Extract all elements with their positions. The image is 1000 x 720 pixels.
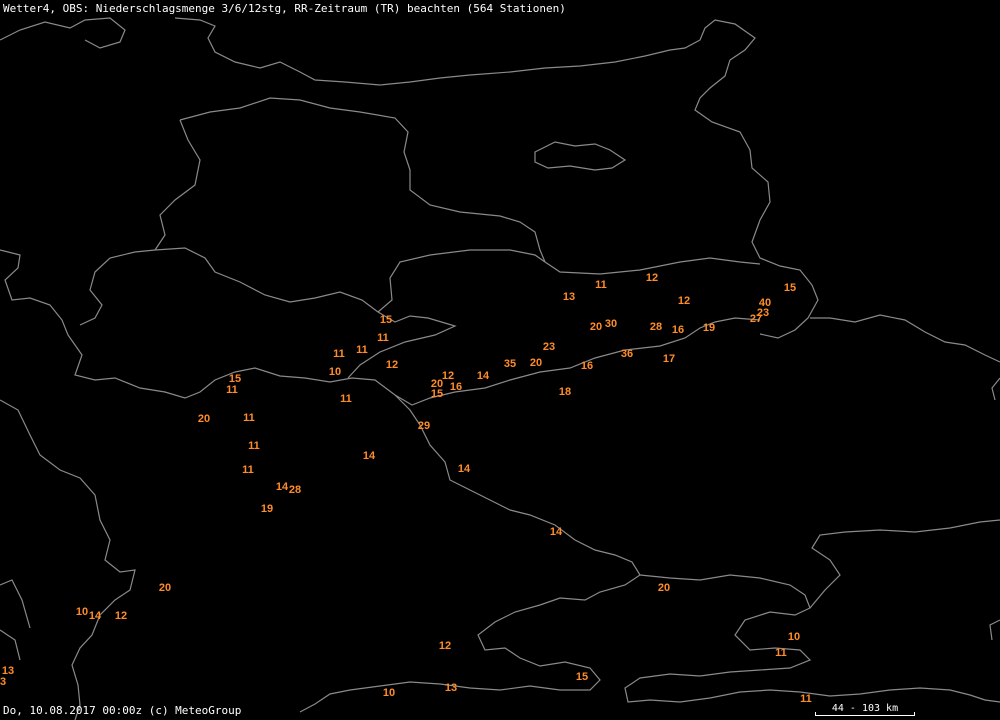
station-value: 17 xyxy=(663,353,675,365)
station-value: 15 xyxy=(576,671,588,683)
station-value: 15 xyxy=(431,388,443,400)
station-value: 11 xyxy=(356,344,368,356)
station-value: 29 xyxy=(418,420,430,432)
station-value: 12 xyxy=(386,359,398,371)
station-value: 12 xyxy=(439,640,451,652)
station-value: 11 xyxy=(248,440,260,452)
station-value: 36 xyxy=(621,348,633,360)
station-value: 23 xyxy=(543,341,555,353)
station-value: 11 xyxy=(340,393,352,405)
station-value: 12 xyxy=(115,610,127,622)
station-value: 18 xyxy=(559,386,571,398)
station-value: 20 xyxy=(159,582,171,594)
station-value: 20 xyxy=(530,357,542,369)
station-value: 10 xyxy=(76,606,88,618)
station-value: 19 xyxy=(703,322,715,334)
station-value: 20 xyxy=(198,413,210,425)
station-value: 11 xyxy=(595,279,607,291)
station-value: 14 xyxy=(363,450,376,462)
station-value: 11 xyxy=(242,464,254,476)
station-value: 13 xyxy=(445,682,457,694)
station-value: 12 xyxy=(646,272,658,284)
station-value: 15 xyxy=(784,282,796,294)
scale-indicator: 44 - 103 km xyxy=(815,703,915,717)
station-value: 12 xyxy=(678,295,690,307)
station-value: 15 xyxy=(380,314,392,326)
station-value: 28 xyxy=(289,484,301,496)
station-value: 3 xyxy=(0,676,6,688)
station-value: 11 xyxy=(800,693,812,705)
station-value: 16 xyxy=(581,360,593,372)
timestamp-footer: Do, 10.08.2017 00:00z (c) MeteoGroup xyxy=(3,704,242,717)
station-value: 27 xyxy=(750,313,762,325)
station-value: 11 xyxy=(775,647,787,659)
station-value: 16 xyxy=(672,324,684,336)
station-value: 20 xyxy=(658,582,670,594)
station-value: 14 xyxy=(458,463,471,475)
station-value: 11 xyxy=(226,384,238,396)
station-value: 30 xyxy=(605,318,617,330)
station-value: 14 xyxy=(276,481,289,493)
station-value: 14 xyxy=(89,610,102,622)
station-value: 10 xyxy=(788,631,800,643)
station-value: 13 xyxy=(563,291,575,303)
station-value: 16 xyxy=(450,381,462,393)
station-value: 28 xyxy=(650,321,662,333)
station-value: 11 xyxy=(377,332,389,344)
scale-bar xyxy=(815,712,915,716)
station-value: 11 xyxy=(333,348,345,360)
station-value: 35 xyxy=(504,358,516,370)
station-value: 19 xyxy=(261,503,273,515)
station-value: 10 xyxy=(383,687,395,699)
station-value: 14 xyxy=(550,526,563,538)
map-canvas[interactable]: 15111213 12 40232720 30 28 16 192335 2036 171618… xyxy=(0,0,1000,720)
station-value: 10 xyxy=(329,366,341,378)
station-value: 11 xyxy=(243,412,255,424)
map-title: Wetter4, OBS: Niederschlagsmenge 3/6/12s… xyxy=(3,2,566,15)
map-background xyxy=(0,0,1000,720)
station-value: 20 xyxy=(590,321,602,333)
station-value: 14 xyxy=(477,370,490,382)
